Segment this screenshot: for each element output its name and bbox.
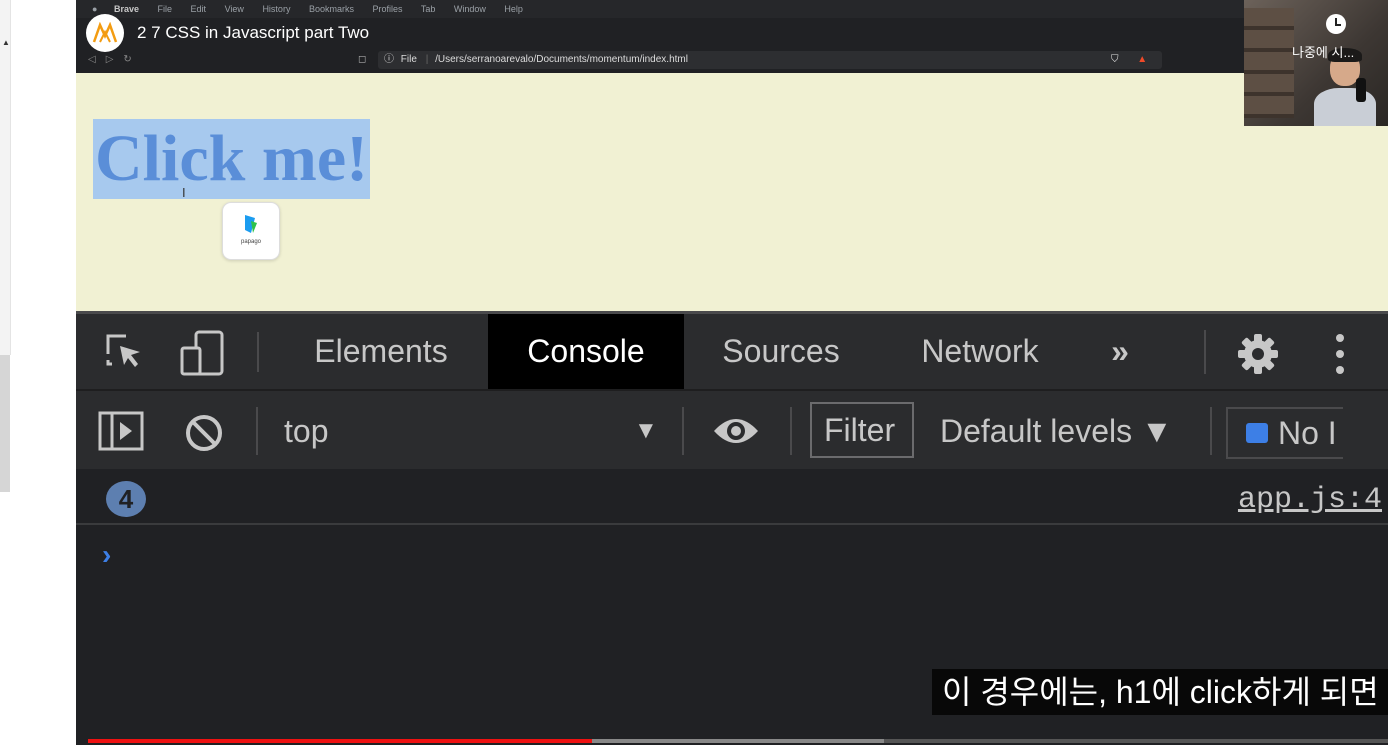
webcam-shelf [1244, 8, 1294, 118]
menu-history: History [262, 4, 291, 14]
sidebar-scroll-track [0, 0, 11, 355]
toolbar-separator [790, 407, 792, 455]
address-bar[interactable]: ◻ ⓘ File | /Users/serranoarevalo/Documen… [358, 51, 1162, 69]
source-link[interactable]: app.js:4 [1238, 483, 1382, 517]
menu-view: View [224, 4, 244, 14]
text-cursor-icon: I [182, 185, 186, 200]
log-levels-dropdown[interactable]: Default levels ▼ [940, 413, 1173, 450]
brave-rewards-icon[interactable]: ▲ [1137, 54, 1147, 65]
brave-shield-icon[interactable]: ⛉ [1111, 54, 1119, 65]
reload-icon[interactable]: ↻ [123, 54, 141, 65]
menubar-app-name: Brave [113, 4, 139, 14]
channel-avatar[interactable] [86, 14, 124, 52]
channel-logo-icon [92, 22, 118, 43]
message-icon [1246, 422, 1268, 443]
video-progress-bar[interactable] [88, 739, 1388, 743]
toolbar-separator [1210, 407, 1212, 455]
forward-icon[interactable]: ▷ [106, 54, 124, 65]
papago-label: papago [240, 239, 262, 245]
menu-edit: Edit [190, 4, 207, 14]
menu-profiles: Profiles [372, 4, 403, 14]
webcam-overlay [1244, 0, 1388, 126]
inspect-element-icon[interactable] [104, 332, 144, 372]
sidebar-scroll-thumb[interactable] [0, 355, 10, 492]
video-title-row: 2 7 CSS in Javascript part Two [86, 14, 369, 52]
menu-help: Help [504, 4, 523, 14]
extension-icons: ⛉ ▲ [1111, 52, 1147, 68]
collapse-arrow-icon[interactable]: ▲ [2, 38, 10, 47]
watch-later-label[interactable]: 나중에 시... [1292, 42, 1354, 61]
toolbar-separator [256, 407, 258, 455]
papago-icon [245, 215, 257, 233]
browser-nav-row: ◁▷↻ ◻ ⓘ File | /Users/serranoarevalo/Doc… [76, 50, 1388, 70]
repeat-count-badge: 4 [106, 481, 146, 517]
watch-later-icon[interactable] [1326, 14, 1346, 34]
papago-button[interactable]: papago [222, 202, 280, 260]
live-expression-eye-icon[interactable] [712, 415, 760, 447]
context-dropdown-icon[interactable]: ▼ [634, 417, 658, 445]
click-me-heading[interactable]: Click me! [93, 119, 371, 199]
menu-bookmarks: Bookmarks [308, 4, 354, 14]
console-prompt-icon[interactable]: › [102, 539, 111, 571]
progress-played [88, 739, 593, 743]
back-icon[interactable]: ◁ [88, 54, 106, 65]
menu-window: Window [453, 4, 486, 14]
menu-file: File [157, 4, 173, 14]
settings-gear-icon[interactable] [1236, 332, 1280, 376]
clear-console-icon[interactable] [184, 413, 224, 453]
tab-separator [1204, 330, 1206, 374]
devtools-tabbar: Elements Console Sources Network » [76, 311, 1388, 389]
tab-elements[interactable]: Elements [298, 314, 464, 389]
context-selector[interactable]: top [284, 413, 328, 450]
bookmark-icon[interactable]: ◻ [358, 51, 366, 69]
info-icon[interactable]: ⓘ [384, 54, 394, 65]
filter-input[interactable]: Filter [810, 402, 914, 458]
device-toolbar-icon[interactable] [180, 330, 224, 376]
show-sidebar-icon[interactable] [98, 411, 144, 451]
issues-label: No I [1278, 415, 1337, 451]
url-scheme: File [400, 54, 417, 65]
console-log-row: 4 app.js:4 [76, 469, 1388, 525]
video-player[interactable]: ● Brave File Edit View History Bookmarks… [76, 0, 1388, 745]
url-text[interactable]: /Users/serranoarevalo/Documents/momentum… [435, 54, 688, 65]
console-toolbar: top ▼ Filter Default levels ▼ No I [76, 389, 1388, 469]
nav-buttons: ◁▷↻ [88, 50, 142, 70]
kebab-menu-icon[interactable] [1332, 332, 1348, 376]
url-separator: | [425, 54, 429, 65]
tab-separator [257, 332, 259, 372]
tab-console[interactable]: Console [488, 314, 684, 389]
toolbar-separator [682, 407, 684, 455]
tab-sources[interactable]: Sources [706, 314, 856, 389]
more-tabs-icon[interactable]: » [1100, 314, 1140, 389]
apple-icon: ● [92, 4, 98, 14]
issues-button[interactable]: No I [1226, 407, 1343, 459]
tab-network[interactable]: Network [904, 314, 1056, 389]
video-subtitle: 이 경우에는, h1에 click하게 되면 아무것도 출력이 안되지, 당연하… [932, 669, 1388, 715]
web-page: Click me! I papago [76, 73, 1388, 311]
sidebar-strip: ▲ [0, 0, 76, 745]
menu-tab: Tab [420, 4, 436, 14]
video-title[interactable]: 2 7 CSS in Javascript part Two [137, 23, 369, 43]
